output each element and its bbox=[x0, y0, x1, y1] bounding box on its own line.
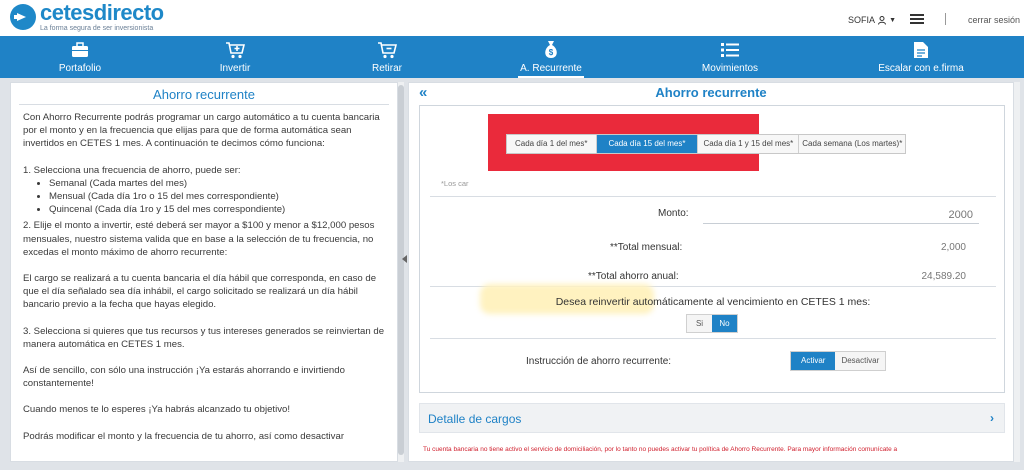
reinvest-toggle: Si No bbox=[686, 314, 738, 333]
info-title: Ahorro recurrente bbox=[19, 83, 389, 105]
collapse-left-icon[interactable] bbox=[402, 255, 407, 263]
user-menu[interactable]: SOFIA ▼ bbox=[848, 15, 896, 25]
cart-add-icon bbox=[225, 41, 245, 59]
reinvest-no-button[interactable]: No bbox=[712, 315, 737, 332]
total-anual-label: **Total ahorro anual: bbox=[588, 271, 679, 282]
recurring-form: Cada día 1 del mes* Cada día 15 del mes*… bbox=[419, 105, 1005, 393]
freq-option-weekly[interactable]: Cada semana (Los martes)* bbox=[799, 135, 906, 153]
double-chevron-left-icon[interactable]: « bbox=[419, 85, 427, 100]
charge-text: El cargo se realizará a tu cuenta bancar… bbox=[23, 273, 377, 311]
cart-remove-icon bbox=[377, 41, 397, 59]
detalle-cargos-accordion[interactable]: Detalle de cargos › bbox=[419, 403, 1005, 433]
nav-label: Escalar con e.firma bbox=[878, 63, 964, 74]
left-scrollbar-thumb[interactable] bbox=[398, 85, 404, 455]
monto-label: Monto: bbox=[658, 208, 689, 219]
logout-link[interactable]: cerrar sesión bbox=[968, 15, 1020, 25]
desactivar-button[interactable]: Desactivar bbox=[835, 352, 886, 370]
nav-invertir[interactable]: Invertir bbox=[210, 36, 260, 78]
nav-label: Movimientos bbox=[701, 63, 759, 74]
monto-input[interactable]: 2000 bbox=[703, 208, 979, 224]
reinvest-label: Desea reinvertir automáticamente al venc… bbox=[555, 296, 871, 308]
menu-icon[interactable] bbox=[910, 14, 924, 24]
nav-label: Portafolio bbox=[58, 63, 102, 74]
list-item: Mensual (Cada día 1ro o 15 del mes corre… bbox=[49, 190, 385, 203]
frequency-note: *Los car bbox=[441, 179, 469, 188]
instruction-toggle: Activar Desactivar bbox=[790, 351, 887, 371]
instruction-label: Instrucción de ahorro recurrente: bbox=[526, 356, 672, 367]
money-bag-icon: $ bbox=[541, 41, 561, 59]
total-mensual-label: **Total mensual: bbox=[610, 242, 683, 253]
step2-text: 2. Elije el monto a invertir, esté deber… bbox=[23, 220, 375, 258]
divider bbox=[430, 196, 996, 197]
modify-text: Podrás modificar el monto y la frecuenci… bbox=[23, 430, 345, 442]
nav-escalar[interactable]: Escalar con e.firma bbox=[868, 36, 974, 78]
freq-option-day1[interactable]: Cada día 1 del mes* bbox=[507, 135, 597, 153]
reinvest-si-button[interactable]: Si bbox=[687, 315, 712, 332]
detalle-cargos-label: Detalle de cargos bbox=[428, 412, 522, 426]
svg-text:$: $ bbox=[549, 48, 554, 57]
frequency-list: Semanal (Cada martes del mes) Mensual (C… bbox=[49, 177, 385, 217]
brand-tagline: La forma segura de ser inversionista bbox=[40, 25, 154, 32]
nav-portafolio[interactable]: Portafolio bbox=[50, 36, 110, 78]
freq-option-day15[interactable]: Cada día 15 del mes* bbox=[596, 135, 699, 153]
nav-recurrente[interactable]: $ A. Recurrente bbox=[512, 36, 590, 78]
nav-movimientos[interactable]: Movimientos bbox=[690, 36, 770, 78]
form-panel: « Ahorro recurrente Cada día 1 del mes* … bbox=[408, 82, 1014, 462]
user-name: SOFIA bbox=[848, 15, 876, 25]
user-icon bbox=[878, 15, 887, 25]
simple-text: Así de sencillo, con sólo una instrucció… bbox=[23, 365, 345, 390]
total-anual-value: 24,589.20 bbox=[921, 271, 967, 282]
intro-text: Con Ahorro Recurrente podrás programar u… bbox=[23, 112, 380, 150]
frequency-highlight-box: Cada día 1 del mes* Cada día 15 del mes*… bbox=[488, 114, 907, 171]
step3-text: 3. Selecciona si quieres que tus recurso… bbox=[23, 325, 385, 350]
nav-label: Retirar bbox=[371, 63, 402, 74]
logo[interactable]: cetesdirecto La forma segura de ser inve… bbox=[10, 2, 164, 32]
chevron-right-icon: › bbox=[990, 411, 994, 425]
briefcase-icon bbox=[70, 41, 90, 59]
caret-down-icon: ▼ bbox=[889, 16, 896, 24]
freq-option-day1-15[interactable]: Cada día 1 y 15 del mes* bbox=[698, 135, 800, 153]
main-nav: Portafolio Invertir Retirar $ A. Recurre… bbox=[0, 36, 1024, 78]
list-item: Quincenal (Cada día 1ro y 15 del mes cor… bbox=[49, 203, 385, 216]
divider bbox=[430, 338, 996, 339]
list-item: Semanal (Cada martes del mes) bbox=[49, 177, 385, 190]
form-title: Ahorro recurrente bbox=[655, 85, 767, 100]
step1-text: 1. Selecciona una frecuencia de ahorro, … bbox=[23, 164, 241, 176]
nav-retirar[interactable]: Retirar bbox=[362, 36, 412, 78]
top-bar: cetesdirecto La forma segura de ser inve… bbox=[0, 0, 1024, 36]
nav-label: A. Recurrente bbox=[520, 63, 582, 74]
document-icon bbox=[911, 41, 931, 59]
logo-arrow-icon bbox=[10, 4, 36, 30]
frequency-selector: Cada día 1 del mes* Cada día 15 del mes*… bbox=[506, 134, 907, 154]
divider bbox=[945, 13, 946, 25]
brand-name: cetesdirecto bbox=[40, 0, 164, 25]
list-icon bbox=[720, 41, 740, 59]
total-mensual-value: 2,000 bbox=[940, 242, 966, 253]
right-scrollbar[interactable] bbox=[1014, 82, 1020, 462]
nav-label: Invertir bbox=[219, 63, 251, 74]
info-panel: Ahorro recurrente Con Ahorro Recurrente … bbox=[10, 82, 398, 462]
activar-button[interactable]: Activar bbox=[791, 352, 836, 370]
domiciliation-warning: Tu cuenta bancaria no tiene activo el se… bbox=[423, 446, 898, 453]
goal-text: Cuando menos te lo esperes ¡Ya habrás al… bbox=[23, 404, 291, 416]
